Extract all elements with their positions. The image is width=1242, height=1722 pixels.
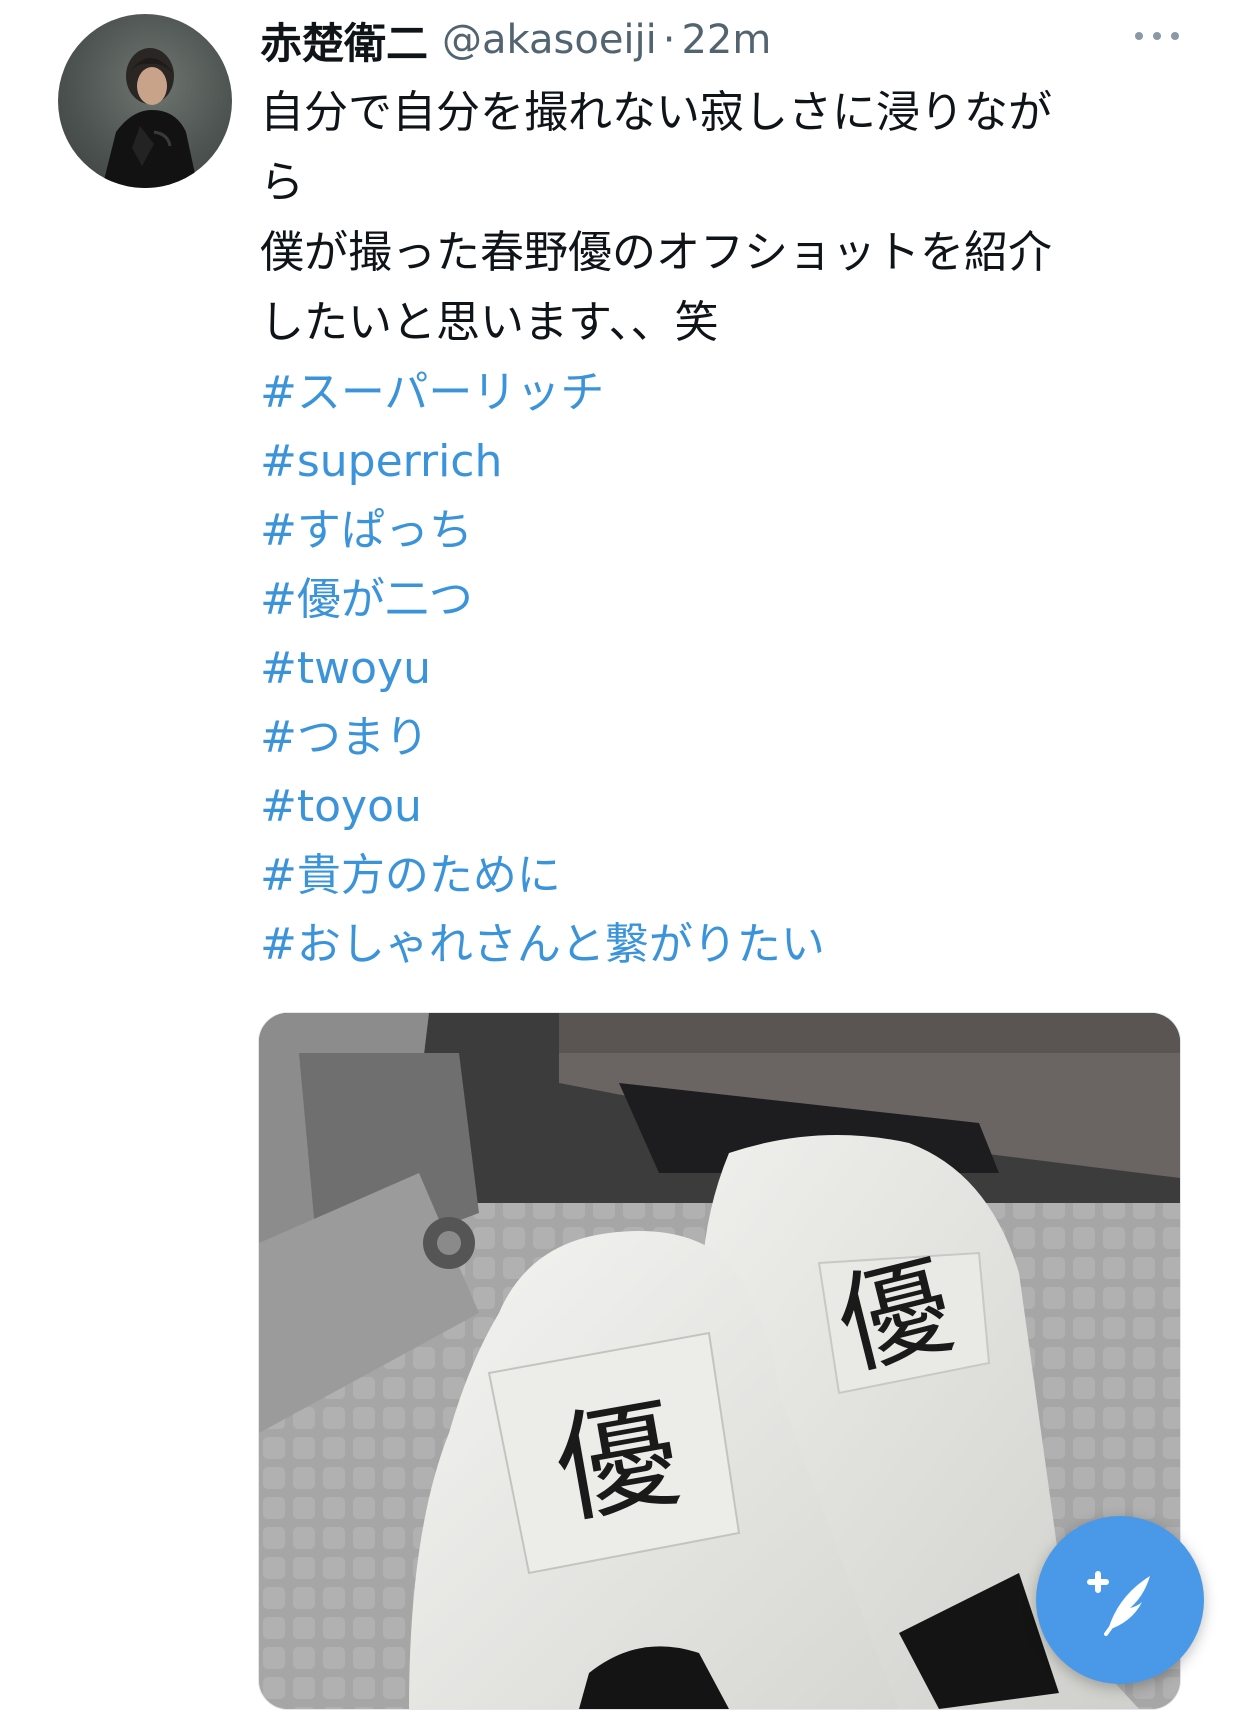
tweet-text-line: ら [260, 157, 304, 208]
more-dot [1153, 32, 1161, 40]
hashtag-link[interactable]: #toyou [260, 772, 825, 841]
compose-tweet-icon [1087, 1571, 1150, 1636]
hashtag-link[interactable]: #すぱっち [260, 496, 825, 565]
more-dot [1171, 32, 1179, 40]
tweet-text-line: 自分で自分を撮れない寂しさに浸りなが [260, 87, 1052, 138]
hashtag-link[interactable]: #優が二つ [260, 565, 825, 634]
hashtag-link[interactable]: #つまり [260, 703, 825, 772]
compose-tweet-button[interactable] [1036, 1516, 1204, 1684]
hashtag-link[interactable]: #twoyu [260, 634, 825, 703]
shoe-label-left: 優 [546, 1384, 688, 1542]
author-name[interactable]: 赤楚衛二 [260, 10, 428, 71]
author-avatar[interactable] [58, 14, 232, 188]
more-dot [1135, 32, 1143, 40]
tweet-header: 赤楚衛二 @akasoeiji · 22m [260, 12, 771, 68]
more-horizontal-icon[interactable] [1135, 24, 1179, 48]
tweet-text-line: したいと思います、、笑 [260, 297, 719, 348]
hashtag-link[interactable]: #superrich [260, 427, 825, 496]
tweet-text-line: 僕が撮った春野優のオフショットを紹介 [260, 227, 1052, 278]
author-handle[interactable]: @akasoeiji [442, 17, 657, 63]
hashtag-link[interactable]: #おしゃれさんと繋がりたい [260, 910, 825, 979]
tweet-text: 自分で自分を撮れない寂しさに浸りなが ら 僕が撮った春野優のオフショットを紹介 … [260, 78, 1220, 358]
hashtag-list: #スーパーリッチ #superrich #すぱっち #優が二つ #twoyu #… [260, 358, 825, 979]
hashtag-link[interactable]: #貴方のために [260, 841, 825, 910]
separator: · [662, 17, 676, 63]
tweet-time[interactable]: 22m [681, 17, 771, 63]
hashtag-link[interactable]: #スーパーリッチ [260, 358, 825, 427]
